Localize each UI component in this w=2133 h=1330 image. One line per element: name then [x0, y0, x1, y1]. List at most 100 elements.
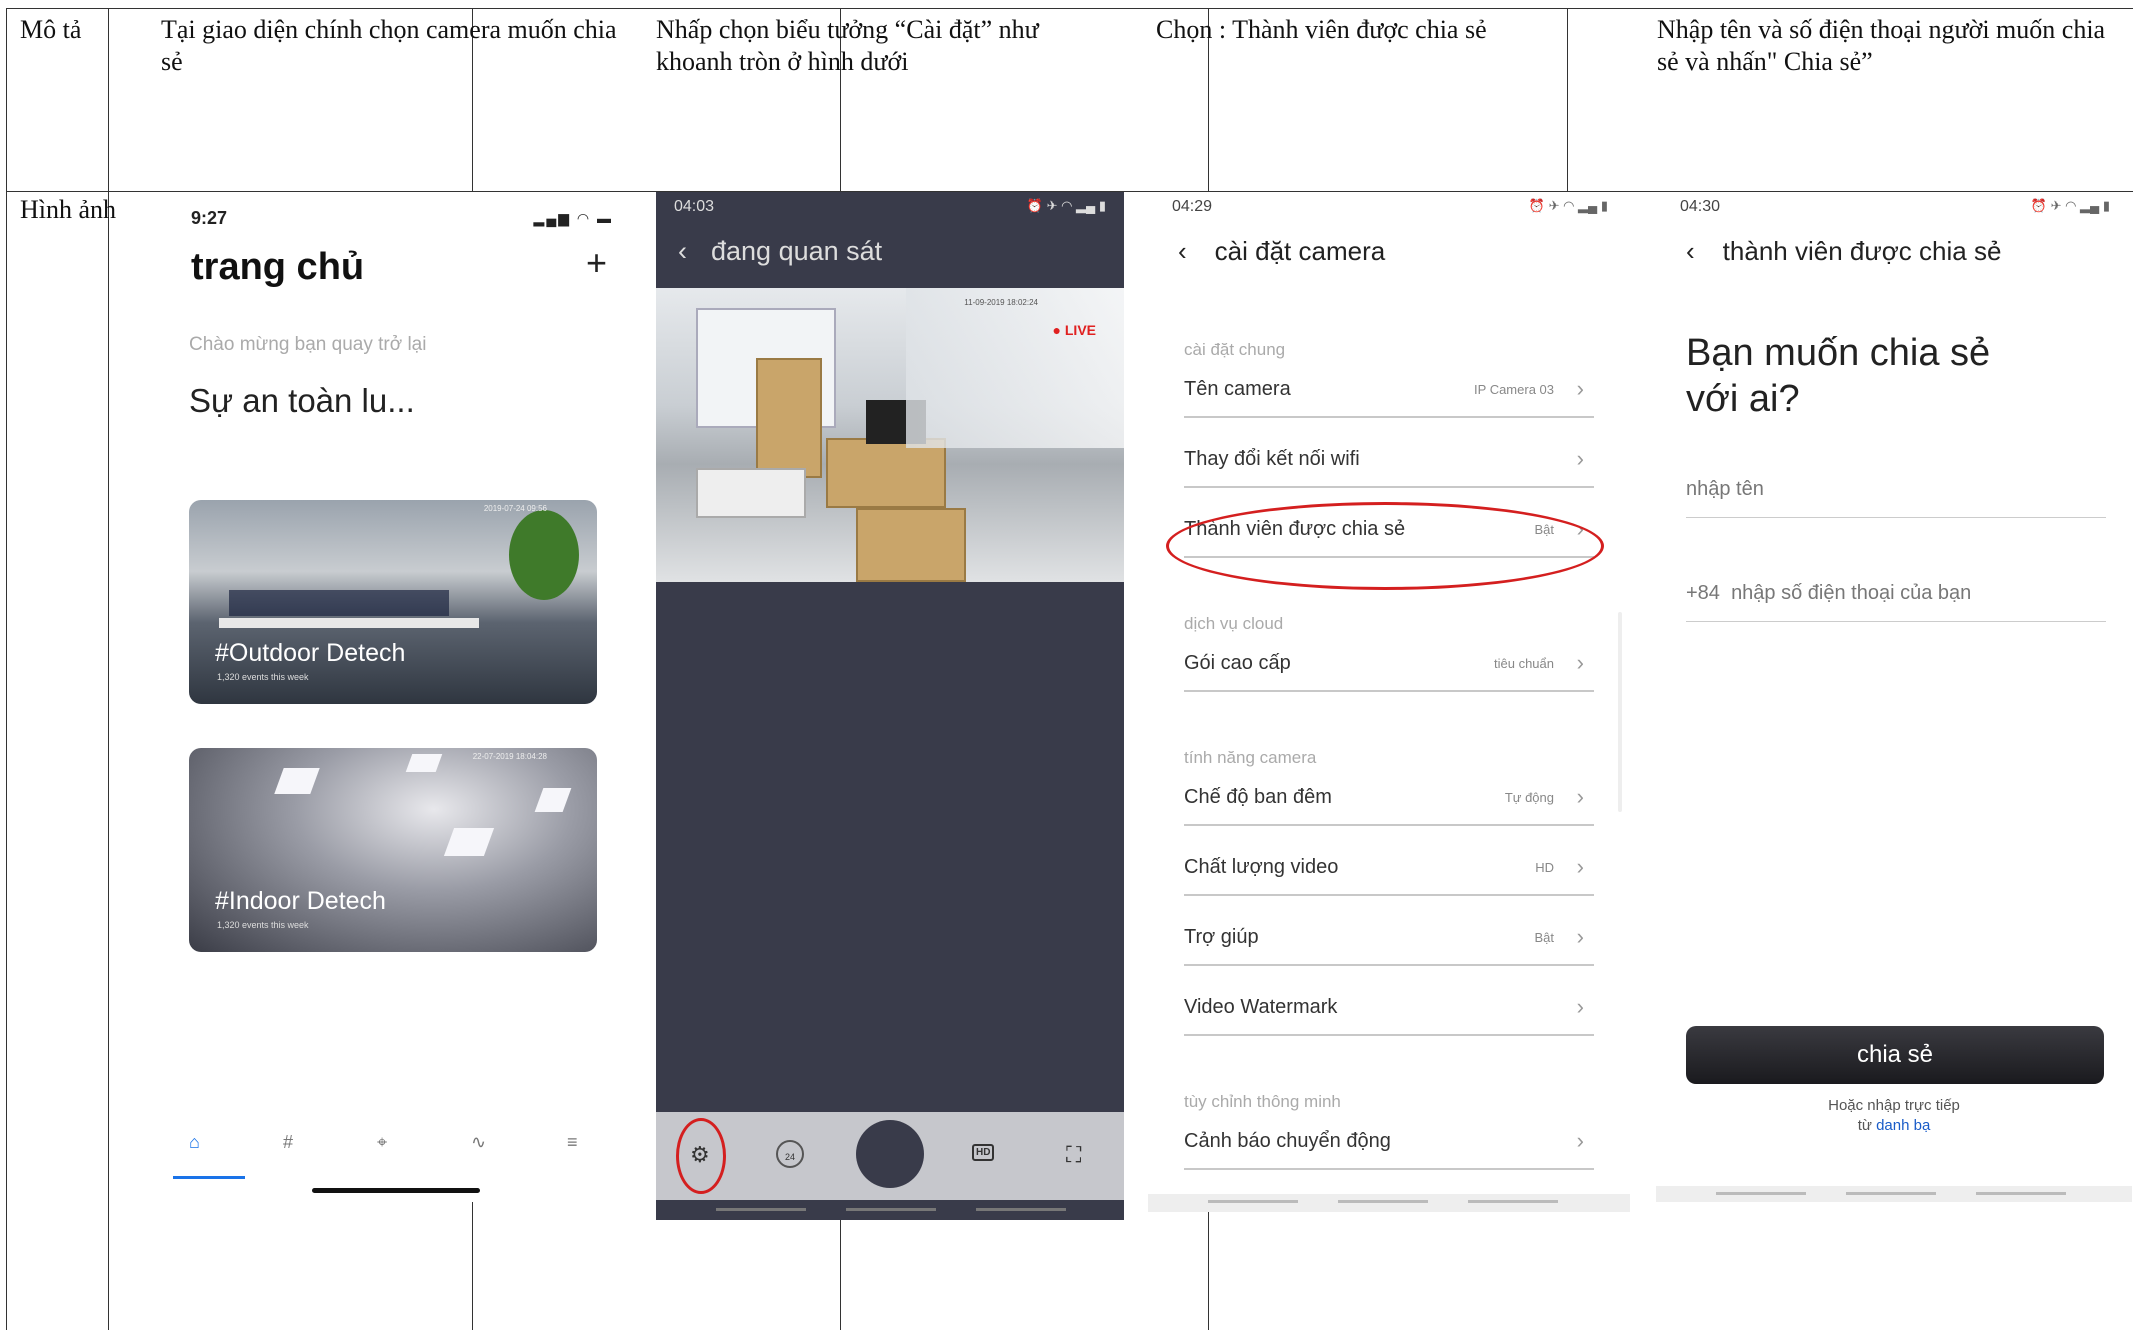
phone-input[interactable]: +84 nhập số điện thoại của bạn — [1686, 570, 2106, 622]
chevron-right-icon: › — [1576, 1128, 1584, 1153]
row-value: Tự động — [1504, 790, 1554, 805]
row-label: Gói cao cấp — [1184, 652, 1291, 674]
home-screen: 9:27 ▂▄▆ ◠ ▬ trang chủ + Chào mừng bạn q… — [157, 192, 643, 1202]
shutter-button[interactable] — [856, 1120, 924, 1188]
fullscreen-icon[interactable]: ⛶ — [1066, 1142, 1081, 1168]
status-icons: ⏰ ✈ ◠ ▂▄ ▮ — [1528, 198, 1608, 213]
welcome-text: Chào mừng bạn quay trở lại — [189, 334, 427, 355]
status-icons: ⏰ ✈ ◠ ▂▄ ▮ — [2030, 198, 2110, 213]
hashtag-icon[interactable]: # — [283, 1132, 293, 1153]
row-label: Video Watermark — [1184, 996, 1338, 1018]
step4-description: Nhập tên và số điện thoại người muốn chi… — [1657, 15, 2106, 76]
chevron-right-icon: › — [1576, 994, 1584, 1019]
nav-bar — [656, 1200, 1124, 1220]
chevron-right-icon: › — [1576, 446, 1584, 471]
status-time: 9:27 — [191, 208, 228, 228]
home-indicator — [312, 1188, 480, 1193]
headline: Sự an toàn lu... — [189, 382, 415, 419]
camera-timestamp: 22-07-2019 18:04:28 — [472, 752, 547, 761]
settings-row-night-mode[interactable]: Chế độ ban đêm Tự động › — [1184, 776, 1594, 826]
section-smart: tùy chỉnh thông minh — [1184, 1092, 1341, 1111]
share-question: Bạn muốn chia sẻ với ai? — [1686, 332, 1991, 420]
row-label: Chế độ ban đêm — [1184, 786, 1332, 808]
settings-row-watermark[interactable]: Video Watermark › — [1184, 986, 1594, 1036]
highlight-circle — [1166, 502, 1604, 590]
share-member-screen: 04:30 ⏰ ✈ ◠ ▂▄ ▮ ‹ thành viên được chia s… — [1656, 192, 2132, 1202]
phone-prefix: +84 — [1686, 582, 1720, 604]
target-icon[interactable]: ⌖ — [377, 1132, 387, 1153]
live-label: LIVE — [1064, 322, 1096, 338]
24h-replay-icon[interactable]: 24 — [776, 1140, 804, 1168]
step2-description: Nhấp chọn biểu tưởng “Cài đặt” như khoan… — [656, 15, 1039, 76]
settings-row-premium[interactable]: Gói cao cấp tiêu chuẩn › — [1184, 642, 1594, 692]
row-label: Tên camera — [1184, 378, 1291, 400]
menu-icon[interactable]: ≡ — [567, 1132, 578, 1153]
page-title: cài đặt camera — [1214, 236, 1386, 266]
phone-field-text: +84 nhập số điện thoại của bạn — [1686, 582, 1971, 605]
settings-row-motion-alert[interactable]: Cảnh báo chuyển động › — [1184, 1120, 1594, 1170]
step3-description: Chọn : Thành viên được chia sẻ — [1156, 15, 1487, 44]
section-general: cài đặt chung — [1184, 340, 1286, 359]
live-video[interactable]: 11-09-2019 18:02:24 ● LIVE — [656, 288, 1124, 582]
row-value: tiêu chuẩn — [1494, 656, 1554, 671]
alt-text: Hoặc nhập trực tiếp — [1828, 1097, 1960, 1114]
header: ‹ cài đặt camera — [1178, 236, 1385, 267]
highlight-circle — [676, 1118, 726, 1194]
chevron-right-icon: › — [1576, 924, 1584, 949]
nav-bar — [1656, 1186, 2132, 1202]
chevron-right-icon: › — [1576, 784, 1584, 809]
contacts-link[interactable]: danh bạ — [1876, 1117, 1930, 1134]
status-bar: 04:30 ⏰ ✈ ◠ ▂▄ ▮ — [1656, 192, 2132, 222]
replay-label: 24 — [784, 1152, 795, 1162]
hd-label: HD — [976, 1147, 991, 1158]
row-header-description: Mô tả — [20, 15, 82, 44]
section-cloud: dịch vụ cloud — [1184, 614, 1284, 633]
contacts-hint: Hoặc nhập trực tiếp từ danh bạ — [1656, 1096, 2132, 1136]
activity-icon[interactable]: ∿ — [471, 1132, 486, 1153]
status-icons: ▂▄▆ ◠ ▬ — [533, 210, 613, 226]
camera-events: 1,320 events this week — [217, 920, 309, 930]
share-button[interactable]: chia sẻ — [1686, 1026, 2104, 1084]
status-icons: ⏰ ✈ ◠ ▂▄ ▮ — [1026, 198, 1106, 213]
live-view-screen: 04:03 ⏰ ✈ ◠ ▂▄ ▮ ‹ đang quan sát 11-09-20… — [656, 192, 1124, 1220]
status-bar: 04:29 ⏰ ✈ ◠ ▂▄ ▮ — [1148, 192, 1630, 222]
camera-timestamp: 2019-07-24 09:56 — [483, 504, 547, 513]
page-title: thành viên được chia sẻ — [1722, 236, 2002, 266]
hd-icon[interactable]: HD — [972, 1144, 995, 1161]
section-features: tính năng camera — [1184, 748, 1317, 767]
row-label: Cảnh báo chuyển động — [1184, 1130, 1391, 1152]
phone-placeholder: nhập số điện thoại của bạn — [1731, 582, 1972, 604]
video-timestamp: 11-09-2019 18:02:24 — [964, 298, 1038, 307]
camera-events: 1,320 events this week — [217, 672, 309, 682]
back-icon[interactable]: ‹ — [1686, 236, 1695, 266]
settings-row-camera-name[interactable]: Tên camera IP Camera 03 › — [1184, 368, 1594, 418]
row-value: Bật — [1534, 930, 1554, 945]
settings-row-wifi[interactable]: Thay đổi kết nối wifi › — [1184, 438, 1594, 488]
scrollbar[interactable] — [1618, 612, 1622, 812]
name-placeholder: nhập tên — [1686, 478, 1764, 500]
add-icon[interactable]: + — [586, 242, 607, 284]
settings-row-video-quality[interactable]: Chất lượng video HD › — [1184, 846, 1594, 896]
status-time: 04:03 — [674, 198, 715, 215]
bottom-tab-bar: ⌂ # ⌖ ∿ ≡ — [157, 1132, 643, 1172]
row-label: Trợ giúp — [1184, 926, 1259, 948]
camera-card-indoor[interactable]: 22-07-2019 18:04:28 #Indoor Detech 1,320… — [189, 748, 597, 952]
settings-row-help[interactable]: Trợ giúp Bật › — [1184, 916, 1594, 966]
home-icon[interactable]: ⌂ — [189, 1132, 200, 1153]
back-icon[interactable]: ‹ — [678, 236, 687, 266]
camera-name: #Outdoor Detech — [215, 639, 406, 667]
back-icon[interactable]: ‹ — [1178, 236, 1187, 266]
camera-settings-screen: 04:29 ⏰ ✈ ◠ ▂▄ ▮ ‹ cài đặt camera cài đặt… — [1148, 192, 1630, 1212]
status-time: 04:29 — [1172, 198, 1213, 215]
step1-description: Tại giao diện chính chọn camera muốn chi… — [161, 15, 617, 76]
name-input[interactable]: nhập tên — [1686, 466, 2106, 518]
row-label: Thay đổi kết nối wifi — [1184, 448, 1360, 470]
row-header-images: Hình ảnh — [20, 195, 117, 224]
status-bar: 04:03 ⏰ ✈ ◠ ▂▄ ▮ — [656, 192, 1124, 222]
nav-bar — [1148, 1194, 1630, 1212]
camera-card-outdoor[interactable]: 2019-07-24 09:56 #Outdoor Detech 1,320 e… — [189, 500, 597, 704]
chevron-right-icon: › — [1576, 650, 1584, 675]
header: ‹ đang quan sát — [678, 236, 882, 267]
header: ‹ thành viên được chia sẻ — [1686, 236, 2001, 267]
active-tab-indicator — [173, 1176, 245, 1179]
